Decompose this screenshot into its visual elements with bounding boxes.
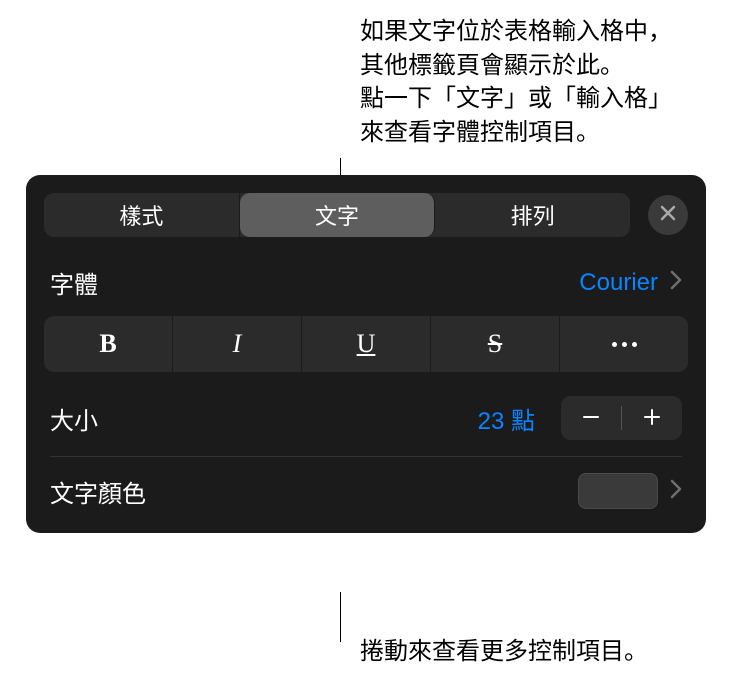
- style-buttons-row: B I U S: [26, 316, 706, 380]
- tab-style[interactable]: 樣式: [44, 193, 240, 237]
- text-color-row[interactable]: 文字顏色: [26, 457, 706, 525]
- tab-bar: 樣式 文字 排列: [26, 175, 706, 249]
- color-swatch[interactable]: [578, 473, 658, 509]
- font-value-container: Courier: [579, 269, 682, 297]
- annotation-bottom: 捲動來查看更多控制項目。: [360, 635, 648, 669]
- more-options-button[interactable]: [560, 316, 688, 372]
- size-value: 23 點: [478, 401, 535, 436]
- size-stepper: [561, 396, 682, 440]
- chevron-right-icon: [670, 270, 682, 295]
- text-color-label: 文字顏色: [50, 474, 146, 509]
- minus-icon: [581, 402, 601, 434]
- underline-icon: U: [357, 329, 376, 359]
- size-label: 大小: [50, 401, 98, 436]
- tab-text[interactable]: 文字: [240, 193, 436, 237]
- text-color-value-container: [578, 473, 682, 509]
- italic-icon: I: [233, 329, 242, 359]
- strikethrough-icon: S: [488, 329, 502, 359]
- tabs-container: 樣式 文字 排列: [44, 193, 630, 237]
- size-decrease-button[interactable]: [561, 396, 621, 440]
- annotation-top: 如果文字位於表格輸入格中，其他標籤頁會顯示於此。點一下「文字」或「輸入格」來查看…: [360, 15, 672, 149]
- callout-line-bottom: [340, 592, 341, 642]
- underline-button[interactable]: U: [302, 316, 431, 372]
- plus-icon: [642, 402, 662, 434]
- size-value-container: 23 點: [478, 396, 682, 440]
- font-label: 字體: [50, 265, 98, 300]
- close-icon: [659, 204, 677, 227]
- bold-button[interactable]: B: [44, 316, 173, 372]
- tab-arrange[interactable]: 排列: [435, 193, 630, 237]
- chevron-right-icon: [670, 479, 682, 504]
- size-row: 大小 23 點: [26, 380, 706, 456]
- italic-button[interactable]: I: [173, 316, 302, 372]
- strikethrough-button[interactable]: S: [431, 316, 560, 372]
- font-row[interactable]: 字體 Courier: [26, 249, 706, 316]
- size-increase-button[interactable]: [622, 396, 682, 440]
- style-buttons-group: B I U S: [44, 316, 688, 372]
- more-icon: [612, 342, 637, 347]
- font-value: Courier: [579, 269, 658, 297]
- close-button[interactable]: [648, 195, 688, 235]
- bold-icon: B: [99, 329, 116, 359]
- format-panel: 樣式 文字 排列 字體 Courier B I U: [26, 175, 706, 533]
